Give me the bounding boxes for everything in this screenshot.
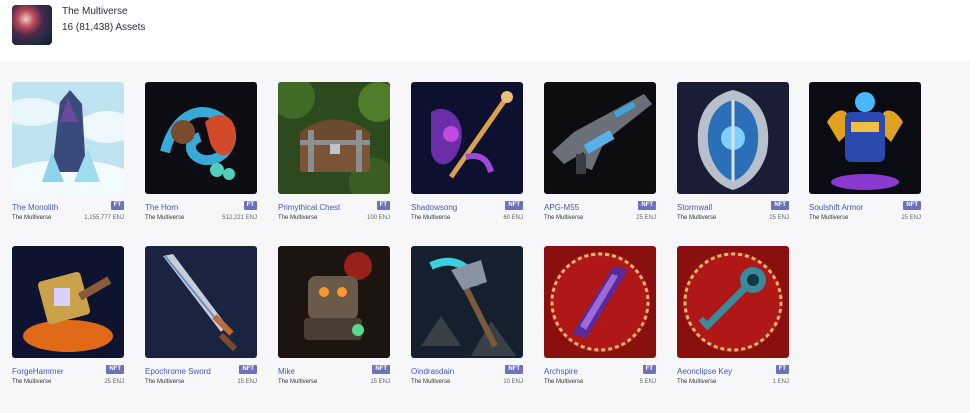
- asset-image[interactable]: [809, 82, 921, 194]
- asset-collection: The Multiverse: [12, 379, 52, 385]
- asset-card[interactable]: APG-M55 NFT The Multiverse 25 ENJ: [544, 82, 656, 221]
- asset-image[interactable]: [145, 246, 257, 358]
- asset-name[interactable]: Epochrome Sword: [145, 367, 211, 376]
- asset-card[interactable]: The Monolith FT The Multiverse 1,155,777…: [12, 82, 124, 221]
- asset-supply: 25 ENJ: [769, 215, 789, 221]
- asset-supply: 100 ENJ: [366, 215, 390, 221]
- asset-collection: The Multiverse: [544, 215, 584, 221]
- asset-collection: The Multiverse: [677, 379, 717, 385]
- collection-logo[interactable]: [12, 5, 52, 45]
- asset-card[interactable]: Shadowsong NFT The Multiverse 60 ENJ: [411, 82, 523, 221]
- asset-collection: The Multiverse: [411, 215, 451, 221]
- token-type-badge: FT: [642, 365, 656, 374]
- asset-card[interactable]: Oindrasdain NFT The Multiverse 10 ENJ: [411, 246, 523, 385]
- asset-count: 16 (81,438) Assets: [62, 22, 146, 33]
- asset-name[interactable]: Primythical Chest: [278, 203, 340, 212]
- asset-name[interactable]: The Horn: [145, 203, 178, 212]
- asset-image[interactable]: [278, 246, 390, 358]
- asset-collection: The Multiverse: [411, 379, 451, 385]
- token-type-badge: NFT: [505, 365, 523, 374]
- asset-image[interactable]: [544, 82, 656, 194]
- asset-card[interactable]: Aeonclipse Key FT The Multiverse 1 ENJ: [677, 246, 789, 385]
- token-type-badge: NFT: [239, 365, 257, 374]
- asset-card[interactable]: The Horn FT The Multiverse 512,221 ENJ: [145, 82, 257, 221]
- token-type-badge: NFT: [106, 365, 124, 374]
- asset-supply: 15 ENJ: [370, 379, 390, 385]
- asset-collection: The Multiverse: [544, 379, 584, 385]
- asset-card[interactable]: Stormwall NFT The Multiverse 25 ENJ: [677, 82, 789, 221]
- asset-collection: The Multiverse: [809, 215, 849, 221]
- asset-name[interactable]: Shadowsong: [411, 203, 457, 212]
- asset-card[interactable]: Epochrome Sword NFT The Multiverse 15 EN…: [145, 246, 257, 385]
- asset-supply: 1 ENJ: [772, 379, 789, 385]
- asset-supply: 512,221 ENJ: [222, 215, 257, 221]
- asset-collection: The Multiverse: [145, 379, 185, 385]
- asset-card[interactable]: Soulshift Armor NFT The Multiverse 25 EN…: [809, 82, 921, 221]
- asset-supply: 1,155,777 ENJ: [84, 215, 124, 221]
- asset-name[interactable]: Archspire: [544, 367, 578, 376]
- asset-collection: The Multiverse: [145, 215, 185, 221]
- asset-image[interactable]: [12, 246, 124, 358]
- token-type-badge: FT: [775, 365, 789, 374]
- asset-supply: 60 ENJ: [503, 215, 523, 221]
- asset-name[interactable]: Soulshift Armor: [809, 203, 863, 212]
- asset-name[interactable]: The Monolith: [12, 203, 58, 212]
- asset-supply: 25 ENJ: [104, 379, 124, 385]
- token-type-badge: FT: [376, 201, 390, 210]
- asset-supply: 25 ENJ: [636, 215, 656, 221]
- collection-title[interactable]: The Multiverse: [62, 6, 128, 17]
- asset-image[interactable]: [411, 246, 523, 358]
- collection-header: The Multiverse 16 (81,438) Assets: [0, 0, 970, 62]
- asset-image[interactable]: [12, 82, 124, 194]
- asset-image[interactable]: [411, 82, 523, 194]
- asset-supply: 25 ENJ: [901, 215, 921, 221]
- token-type-badge: NFT: [771, 201, 789, 210]
- asset-image[interactable]: [544, 246, 656, 358]
- token-type-badge: FT: [110, 201, 124, 210]
- asset-card[interactable]: Archspire FT The Multiverse 5 ENJ: [544, 246, 656, 385]
- token-type-badge: FT: [243, 201, 257, 210]
- asset-name[interactable]: ForgeHammer: [12, 367, 64, 376]
- asset-image[interactable]: [278, 82, 390, 194]
- asset-grid: The Monolith FT The Multiverse 1,155,777…: [0, 62, 970, 413]
- asset-name[interactable]: Mike: [278, 367, 295, 376]
- asset-collection: The Multiverse: [677, 215, 717, 221]
- token-type-badge: NFT: [903, 201, 921, 210]
- asset-collection: The Multiverse: [278, 379, 318, 385]
- token-type-badge: NFT: [505, 201, 523, 210]
- token-type-badge: NFT: [638, 201, 656, 210]
- asset-supply: 15 ENJ: [237, 379, 257, 385]
- asset-name[interactable]: Aeonclipse Key: [677, 367, 732, 376]
- asset-card[interactable]: ForgeHammer NFT The Multiverse 25 ENJ: [12, 246, 124, 385]
- asset-image[interactable]: [677, 82, 789, 194]
- asset-supply: 10 ENJ: [503, 379, 523, 385]
- token-type-badge: NFT: [372, 365, 390, 374]
- asset-card[interactable]: Mike NFT The Multiverse 15 ENJ: [278, 246, 390, 385]
- asset-card[interactable]: Primythical Chest FT The Multiverse 100 …: [278, 82, 390, 221]
- asset-name[interactable]: APG-M55: [544, 203, 579, 212]
- asset-image[interactable]: [677, 246, 789, 358]
- asset-image[interactable]: [145, 82, 257, 194]
- asset-supply: 5 ENJ: [639, 379, 656, 385]
- asset-collection: The Multiverse: [12, 215, 52, 221]
- asset-collection: The Multiverse: [278, 215, 318, 221]
- asset-name[interactable]: Stormwall: [677, 203, 712, 212]
- asset-name[interactable]: Oindrasdain: [411, 367, 454, 376]
